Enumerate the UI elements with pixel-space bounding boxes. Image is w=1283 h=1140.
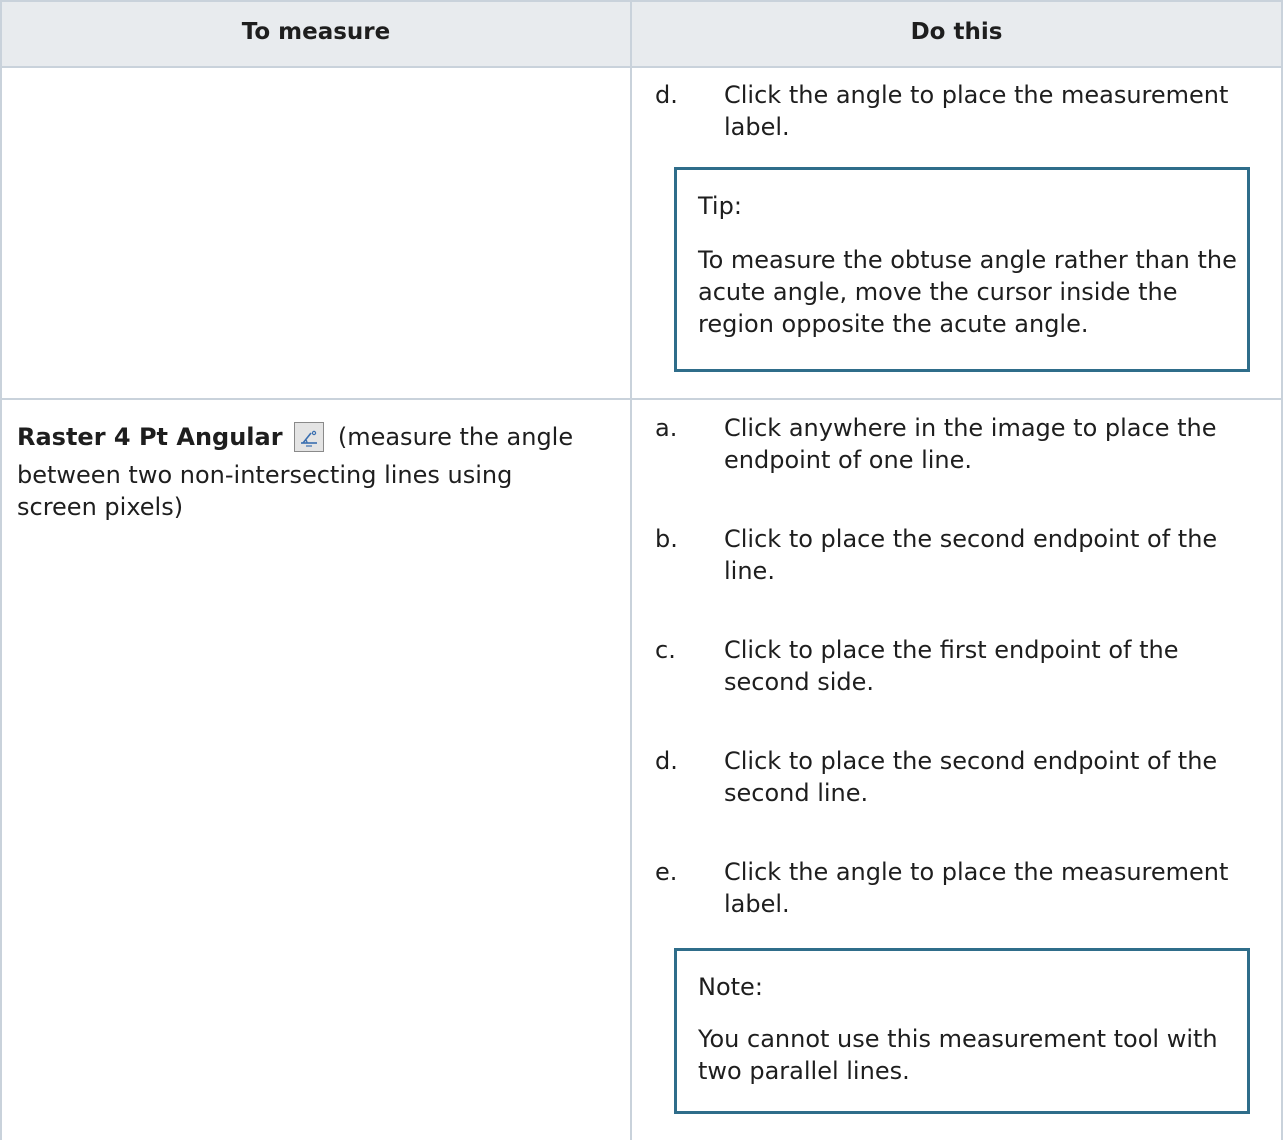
step-text: Click the angle to place the measurement… [724,81,1229,141]
header-to-measure: To measure [241,19,391,45]
tip-callout: Tip: To measure the obtuse angle rather … [674,167,1250,372]
step-text: Click the angle to place the measurement… [724,858,1229,918]
tool-description-line2: between two non-intersecting lines using [17,461,513,489]
header-do-this: Do this [910,19,1003,45]
row-divider [0,398,1283,400]
step-letter: d. [655,81,678,109]
angle-measure-icon [294,422,325,452]
step-text: Click to place the first endpoint of the… [724,636,1179,696]
header-divider [0,66,1283,68]
step-letter: d. [655,747,678,775]
tool-description-line3: screen pixels) [17,493,184,521]
step-letter: e. [655,858,678,886]
note-body: You cannot use this measurement tool wit… [698,1025,1218,1085]
tool-description-line1: Raster 4 Pt Angular (measure the angle [17,421,573,453]
step-letter: a. [655,414,678,442]
tip-body: To measure the obtuse angle rather than … [698,246,1237,338]
tool-description-text: (measure the angle [337,423,574,451]
column-divider [630,0,632,1140]
step-text: Click anywhere in the image to place the… [724,414,1217,474]
note-label: Note: [698,973,763,1001]
step-letter: b. [655,525,678,553]
step-text: Click to place the second endpoint of th… [724,525,1218,585]
note-callout: Note: You cannot use this measurement to… [674,948,1250,1114]
step-text: Click to place the second endpoint of th… [724,747,1218,807]
table-left-border [0,0,2,1140]
tool-name: Raster 4 Pt Angular [17,423,283,451]
step-letter: c. [655,636,676,664]
measurement-table: To measure Do this d. Click the angle to… [0,0,1283,1140]
tip-label: Tip: [698,192,742,220]
table-top-border [0,0,1283,2]
